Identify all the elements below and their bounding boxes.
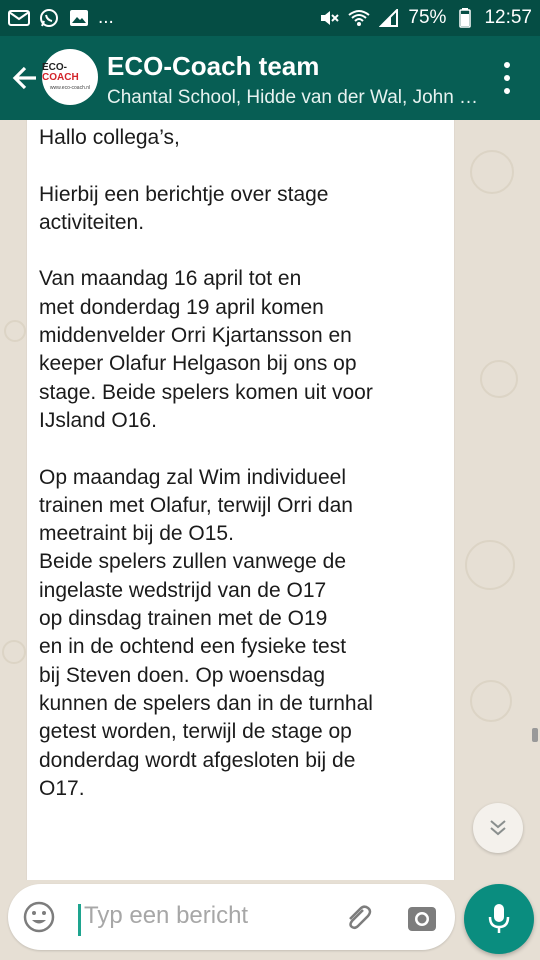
wallpaper-doodle: [470, 680, 512, 722]
text-cursor: [78, 904, 81, 936]
message-text: Hallo collega’s, Hierbij een berichtje o…: [39, 126, 373, 800]
battery-icon: [454, 8, 476, 28]
group-avatar[interactable]: ECO-COACH www.eco-coach.nl: [42, 49, 98, 105]
mute-icon: [318, 9, 340, 27]
mic-icon[interactable]: [464, 884, 534, 954]
whatsapp-icon: [38, 9, 60, 27]
logo-url: www.eco-coach.nl: [49, 85, 91, 91]
logo-wordmark: ECO-COACH: [42, 62, 79, 83]
chat-header: ECO-COACH www.eco-coach.nl ECO-Coach tea…: [0, 36, 540, 120]
signal-icon: [378, 9, 400, 27]
message-bubble[interactable]: Hallo collega’s, Hierbij een berichtje o…: [27, 120, 454, 880]
camera-icon[interactable]: [405, 901, 439, 935]
chat-area[interactable]: Hallo collega’s, Hierbij een berichtje o…: [0, 120, 540, 880]
composer-bar: Typ een bericht: [0, 880, 540, 960]
clock: 12:57: [484, 7, 532, 28]
wifi-icon: [348, 9, 371, 27]
wallpaper-doodle: [480, 360, 518, 398]
back-arrow-icon[interactable]: [8, 60, 44, 96]
attach-icon[interactable]: [341, 901, 375, 935]
input-placeholder: Typ een bericht: [84, 902, 249, 929]
wallpaper-doodle: [4, 320, 26, 342]
wallpaper-doodle: [2, 640, 26, 664]
emoji-icon[interactable]: [22, 900, 56, 934]
more-vert-icon[interactable]: [496, 62, 518, 94]
message-input[interactable]: Typ een bericht: [8, 884, 455, 950]
status-bar: ... 75% 12:57: [0, 0, 540, 36]
mail-icon: [8, 9, 30, 27]
more-notifications: ...: [98, 7, 114, 28]
wallpaper-doodle: [465, 540, 515, 590]
wallpaper-doodle: [470, 150, 514, 194]
chat-title[interactable]: ECO-Coach team: [107, 51, 319, 82]
chat-participants[interactable]: Chantal School, Hidde van der Wal, John …: [107, 87, 482, 109]
image-icon: [68, 9, 90, 27]
battery-percentage: 75%: [408, 7, 447, 28]
scroll-down-icon[interactable]: [473, 803, 523, 853]
scroll-indicator: [532, 728, 538, 742]
